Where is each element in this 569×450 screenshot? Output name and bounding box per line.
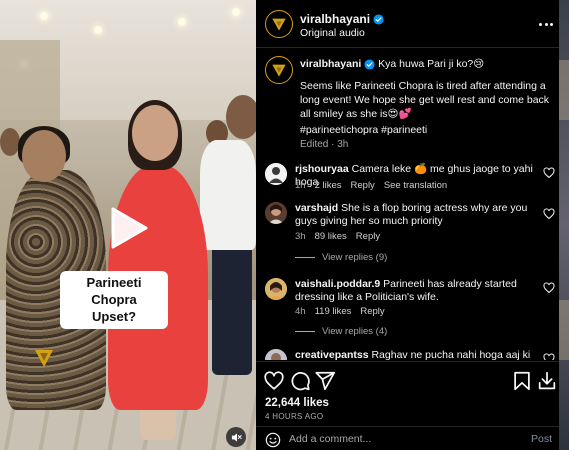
brand-logo-icon — [272, 64, 286, 77]
blurred-background — [559, 300, 569, 360]
view-replies-label[interactable]: View replies (4) — [322, 326, 387, 337]
profile-picture-icon — [265, 202, 287, 224]
post-comment-button[interactable]: Post — [531, 433, 552, 445]
caption-body: Seems like Parineeti Chopra is tired aft… — [300, 80, 550, 120]
reply-button[interactable]: Reply — [356, 231, 380, 242]
verified-badge-icon — [364, 59, 375, 70]
guard-body — [200, 140, 256, 250]
ceiling-light — [178, 18, 186, 26]
comment-meta: 1h 2 likes Reply See translation — [295, 180, 447, 191]
comment-input[interactable] — [289, 430, 509, 448]
mute-toggle-button[interactable] — [226, 427, 246, 447]
bystander-head — [0, 128, 20, 156]
replies-divider-line — [295, 331, 315, 332]
comments-list[interactable]: viralbhayani Kya huwa Pari ji ko?😢 Seems… — [256, 48, 569, 360]
comment-meta: 3h 89 likes Reply — [295, 231, 380, 242]
comment-icon[interactable] — [289, 370, 311, 392]
heart-icon[interactable] — [543, 167, 555, 179]
author-username[interactable]: viralbhayani — [300, 12, 370, 26]
emoji-icon[interactable] — [265, 432, 281, 448]
comment-likes[interactable]: 2 likes — [315, 180, 342, 191]
overlay-caption-line: Parineeti Chopra — [86, 275, 142, 307]
view-replies-button[interactable]: View replies (4) — [295, 326, 387, 337]
view-replies-button[interactable]: View replies (9) — [295, 252, 387, 263]
profile-picture-icon — [265, 163, 287, 185]
heart-icon[interactable] — [263, 370, 285, 392]
post-actions: 22,644 likes 4 HOURS AGO Post — [256, 361, 569, 450]
blurred-background — [559, 60, 569, 120]
guard-legs — [212, 245, 252, 375]
commenter-username[interactable]: rjshouryaa — [295, 163, 349, 175]
brand-logo-icon — [272, 18, 286, 31]
background-overlay-edge — [559, 0, 569, 450]
heart-icon[interactable] — [543, 353, 555, 360]
profile-picture-icon — [265, 349, 287, 360]
caption-headline: Kya huwa Pari ji ko?😢 — [378, 58, 485, 70]
commenter-avatar[interactable] — [265, 163, 287, 185]
comment-time: 3h — [295, 231, 306, 242]
audio-link[interactable]: Original audio — [300, 27, 365, 39]
likes-count[interactable]: 22,644 likes — [265, 397, 329, 409]
comment-text-row: vaishali.poddar.9 Parineeti has already … — [295, 278, 541, 304]
post-header: viralbhayani Original audio — [256, 0, 569, 48]
comment-likes[interactable]: 119 likes — [315, 306, 352, 317]
commenter-username[interactable]: varshajd — [295, 202, 338, 214]
heart-icon[interactable] — [543, 282, 555, 294]
caption-hashtags[interactable]: #parineetichopra #parineeti — [300, 124, 427, 136]
author-avatar[interactable] — [265, 10, 293, 38]
post-panel: viralbhayani Original audio viralbhayani — [256, 0, 569, 450]
caption-meta: Edited · 3h — [300, 139, 349, 150]
comment-time: 1h — [295, 180, 306, 191]
play-icon[interactable] — [109, 206, 149, 250]
download-icon[interactable] — [536, 370, 558, 392]
more-horizontal-icon — [539, 22, 542, 26]
subject-head — [132, 105, 178, 161]
comment-text-row: varshajd She is a flop boring actress wh… — [295, 202, 541, 228]
verified-badge-icon — [373, 13, 384, 25]
bookmark-icon[interactable] — [511, 370, 533, 392]
overlay-caption-line: Upset? — [91, 309, 137, 324]
comment-likes[interactable]: 89 likes — [315, 231, 347, 242]
commenter-avatar[interactable] — [265, 349, 287, 360]
more-horizontal-icon — [544, 22, 548, 26]
channel-watermark-logo — [35, 350, 53, 367]
profile-picture-icon — [265, 278, 287, 300]
heart-icon[interactable] — [543, 208, 555, 220]
companion-head — [22, 130, 66, 182]
share-icon[interactable] — [314, 370, 336, 392]
comment-time: 4h — [295, 306, 306, 317]
comment-meta: 4h 119 likes Reply — [295, 306, 385, 317]
caption-headline-row: viralbhayani Kya huwa Pari ji ko?😢 — [300, 57, 562, 71]
comment-composer: Post — [256, 426, 569, 450]
commenter-avatar[interactable] — [265, 278, 287, 300]
see-translation-link[interactable]: See translation — [384, 180, 447, 191]
caption-username[interactable]: viralbhayani — [300, 58, 361, 70]
caption-author-avatar[interactable] — [265, 56, 293, 84]
video-player[interactable]: Parineeti Chopra Upset? — [0, 0, 256, 450]
more-options-button[interactable] — [539, 17, 555, 31]
commenter-username[interactable]: vaishali.poddar.9 — [295, 278, 380, 290]
view-replies-label[interactable]: View replies (9) — [322, 252, 387, 263]
commenter-avatar[interactable] — [265, 202, 287, 224]
ceiling-light — [40, 12, 48, 20]
speaker-muted-icon — [231, 432, 242, 442]
replies-divider-line — [295, 257, 315, 258]
video-overlay-caption: Parineeti Chopra Upset? — [60, 271, 168, 329]
author-username-row: viralbhayani — [300, 12, 384, 26]
reply-button[interactable]: Reply — [351, 180, 375, 191]
more-horizontal-icon — [550, 22, 553, 26]
post-timestamp: 4 HOURS AGO — [265, 412, 324, 421]
reply-button[interactable]: Reply — [360, 306, 384, 317]
commenter-username[interactable]: creativepantss — [295, 349, 369, 360]
guard-head — [226, 95, 256, 139]
ceiling-light — [232, 8, 240, 16]
ceiling-light — [94, 26, 102, 34]
comment-text-row: creativepantss Raghav ne pucha nahi hoga… — [295, 349, 541, 360]
